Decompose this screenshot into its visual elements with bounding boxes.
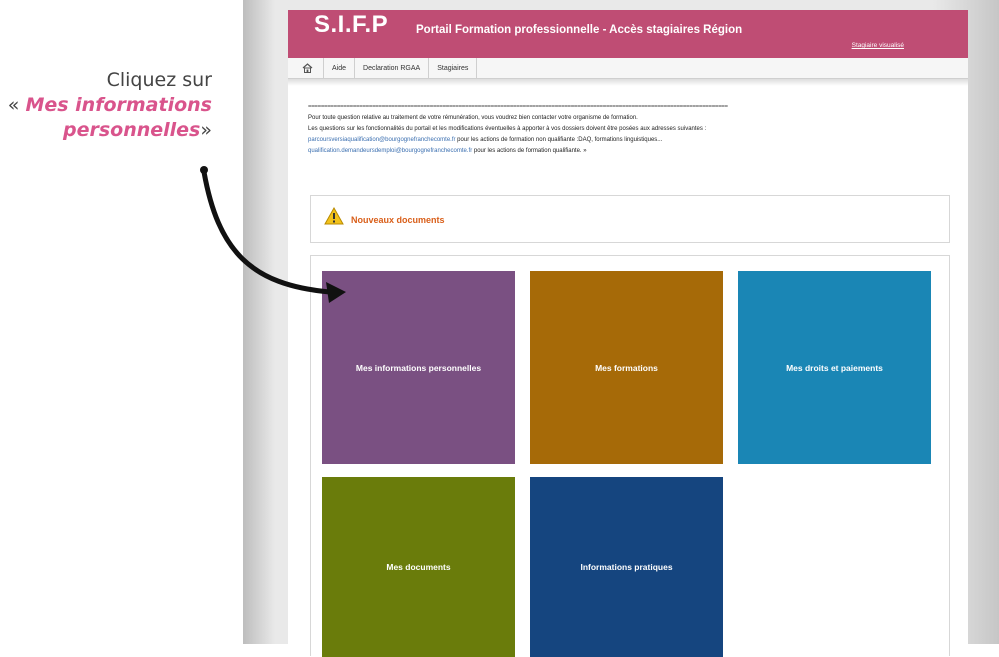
portal-title: Portail Formation professionnelle - Accè… — [416, 24, 743, 36]
home-icon — [302, 63, 313, 73]
nav-shadow — [288, 79, 968, 86]
close-quote: » — [200, 119, 212, 141]
nav-aide[interactable]: Aide — [324, 58, 356, 78]
info-line-4-text: pour les actions de formation qualifiant… — [472, 148, 587, 154]
tiles-container: Mes informations personnelles Mes format… — [310, 255, 950, 657]
instruction-line2: « Mes informations — [0, 93, 212, 118]
sifp-logo: S.I.F.P — [314, 11, 389, 38]
info-line-3: parcoursversiaqualification@bourgognefra… — [308, 135, 958, 146]
email-link-2[interactable]: qualification.demandeursdemploi@bourgogn… — [308, 148, 472, 154]
portal-page: S.I.F.P Portail Formation professionnell… — [288, 10, 968, 657]
instruction-highlight-2: personnelles — [62, 119, 201, 141]
new-documents-alert[interactable]: Nouveaux documents — [310, 195, 950, 243]
info-line-4: qualification.demandeursdemploi@bourgogn… — [308, 146, 958, 157]
instruction-line3: personnelles» — [0, 118, 212, 143]
email-link-1[interactable]: parcoursversiaqualification@bourgognefra… — [308, 137, 456, 143]
tile-mes-documents[interactable]: Mes documents — [322, 477, 515, 657]
info-line-3-text: pour les actions de formation non qualif… — [455, 137, 663, 143]
user-link[interactable]: Stagiaire visualisé — [852, 42, 904, 49]
portal-header: S.I.F.P Portail Formation professionnell… — [288, 10, 968, 58]
nav-home[interactable] — [288, 58, 324, 78]
nav-bar: Aide Declaration RGAA Stagiaires — [288, 58, 968, 79]
info-messages: ========================================… — [308, 102, 958, 157]
screenshot-frame: S.I.F.P Portail Formation professionnell… — [243, 0, 999, 657]
instruction-callout: Cliquez sur « Mes informations personnel… — [0, 68, 212, 143]
alert-text: Nouveaux documents — [351, 215, 445, 225]
tile-mes-droits-et-paiements[interactable]: Mes droits et paiements — [738, 271, 931, 464]
warning-icon — [324, 207, 344, 225]
instruction-highlight-1: Mes informations — [25, 94, 212, 116]
tile-informations-pratiques[interactable]: Informations pratiques — [530, 477, 723, 657]
tile-mes-formations[interactable]: Mes formations — [530, 271, 723, 464]
instruction-line1: Cliquez sur — [106, 69, 212, 91]
separator-line: ========================================… — [308, 104, 728, 110]
open-quote: « — [7, 94, 26, 116]
info-line-2: Les questions sur les fonctionnalités du… — [308, 126, 707, 132]
info-line-1: Pour toute question relative au traiteme… — [308, 115, 638, 121]
nav-stagiaires[interactable]: Stagiaires — [429, 58, 478, 78]
nav-declaration-rgaa[interactable]: Declaration RGAA — [355, 58, 430, 78]
tile-mes-informations-personnelles[interactable]: Mes informations personnelles — [322, 271, 515, 464]
